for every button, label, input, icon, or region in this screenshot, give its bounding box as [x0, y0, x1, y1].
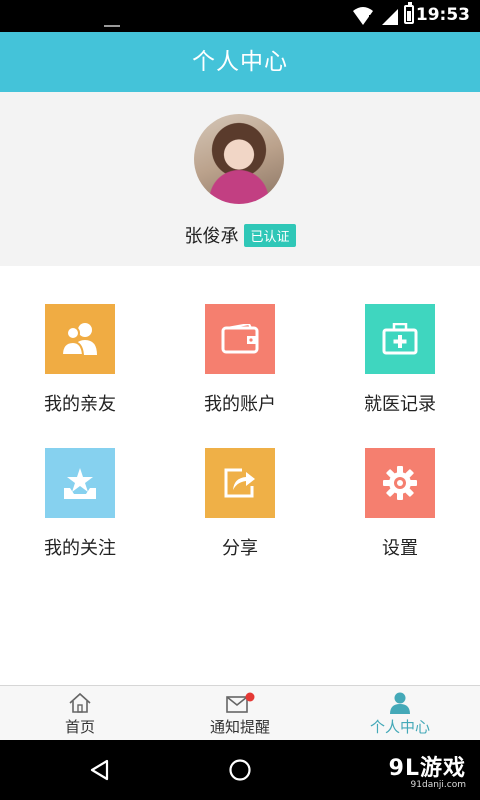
tab-label: 首页: [64, 718, 95, 736]
tab-label: 个人中心: [369, 718, 430, 736]
status-bar: 19:53: [0, 0, 480, 32]
tab-profile[interactable]: 个人中心: [320, 686, 480, 740]
friends-icon: [45, 304, 115, 374]
profile-name-row: 张俊承 已认证: [0, 222, 480, 248]
notification-dot: [245, 692, 255, 702]
signal-icon: [382, 9, 398, 25]
menu-item-friends[interactable]: 我的亲友: [0, 304, 160, 416]
menu-item-follows[interactable]: 我的关注: [0, 448, 160, 560]
tab-notifications[interactable]: 通知提醒: [160, 686, 320, 740]
menu-label: 分享: [222, 538, 258, 559]
wallet-icon: [205, 304, 275, 374]
home-circle-icon[interactable]: [228, 758, 252, 782]
menu-item-medical-records[interactable]: 就医记录: [320, 304, 480, 416]
tab-label: 通知提醒: [209, 718, 270, 736]
page-title: 个人中心: [0, 32, 480, 92]
wifi-icon: [353, 7, 373, 25]
menu-item-share[interactable]: 分享: [160, 448, 320, 560]
bottom-tab-bar: 首页 通知提醒 个人中心: [0, 685, 480, 740]
clock: 19:53: [415, 5, 470, 25]
menu-item-settings[interactable]: 设置: [320, 448, 480, 560]
menu-label: 我的关注: [44, 538, 116, 559]
back-icon[interactable]: [88, 758, 112, 782]
share-icon: [205, 448, 275, 518]
star-tray-icon: [45, 448, 115, 518]
system-nav-bar: 9L游戏 91danji.com: [0, 740, 480, 800]
menu-label: 我的账户: [204, 394, 276, 415]
mail-icon: [160, 692, 320, 714]
battery-icon: [404, 2, 414, 24]
home-icon: [0, 692, 160, 714]
watermark: 9L游戏 91danji.com: [389, 750, 466, 790]
medical-kit-icon: [365, 304, 435, 374]
person-icon: [320, 692, 480, 714]
avatar[interactable]: [194, 114, 284, 204]
user-name: 张俊承: [184, 226, 239, 247]
notification-indicator: [104, 25, 120, 27]
verified-badge: 已认证: [244, 223, 296, 247]
menu-label: 我的亲友: [44, 394, 116, 415]
gear-icon: [365, 448, 435, 518]
tab-home[interactable]: 首页: [0, 686, 160, 740]
menu-label: 就医记录: [364, 394, 436, 415]
menu-item-account[interactable]: 我的账户: [160, 304, 320, 416]
watermark-logo: 9L游戏: [388, 756, 466, 781]
profile-card: 张俊承 已认证: [0, 92, 480, 266]
menu-label: 设置: [382, 538, 418, 559]
